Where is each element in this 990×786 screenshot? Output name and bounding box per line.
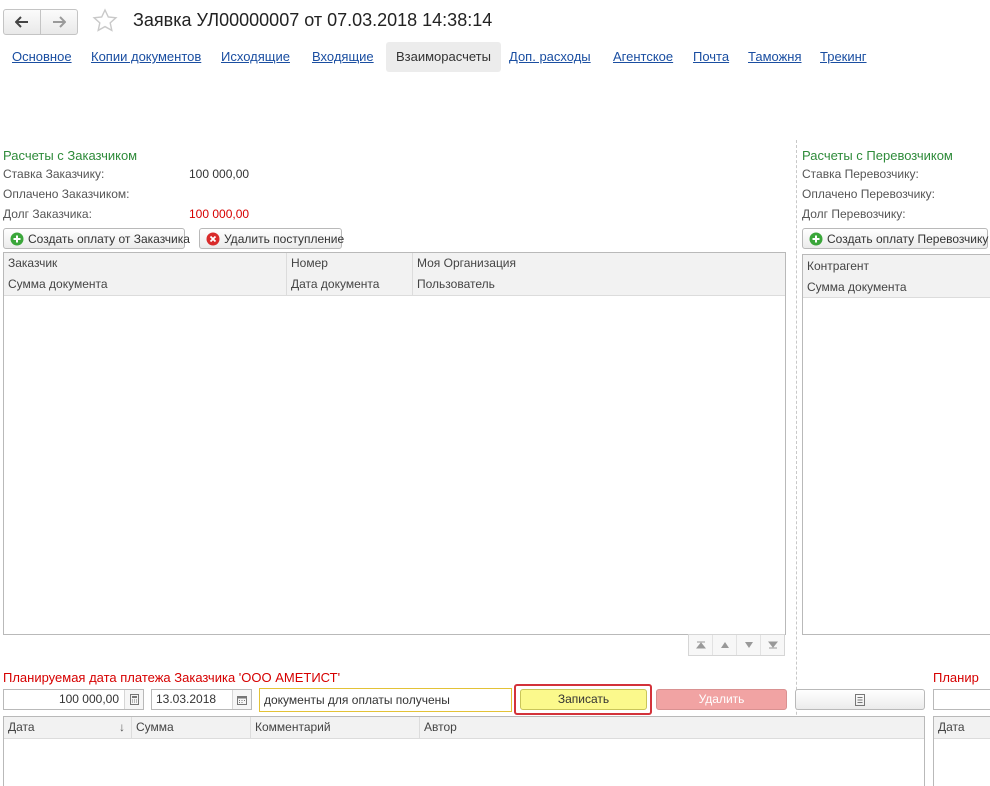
tab-incoming[interactable]: Входящие [312, 42, 374, 72]
section-divider [796, 140, 797, 780]
list-icon [855, 693, 865, 706]
comment-input[interactable]: документы для оплаты получены [259, 688, 512, 712]
tab-document-copies[interactable]: Копии документов [91, 42, 201, 72]
column-date[interactable]: Дата [934, 717, 965, 738]
plus-circle-icon [809, 232, 823, 245]
column-document-date[interactable]: Дата документа [287, 274, 379, 295]
last-page-icon [767, 641, 778, 649]
carrier-planned-payments-table[interactable]: Дата [933, 716, 990, 786]
comment-value: документы для оплаты получены [264, 693, 450, 707]
customer-debt-value: 100 000,00 [189, 207, 250, 221]
create-customer-payment-label: Создать оплату от Заказчика [28, 231, 190, 246]
column-document-sum[interactable]: Сумма документа [803, 277, 907, 298]
next-page-button[interactable] [736, 635, 760, 655]
delete-button[interactable]: Удалить [656, 689, 787, 710]
customer-rate-label: Ставка Заказчику: [3, 167, 105, 181]
column-comment[interactable]: Комментарий [251, 717, 331, 738]
calendar-icon [237, 695, 247, 705]
carrier-debt-label: Долг Перевозчику: [802, 207, 906, 221]
triangle-up-icon [720, 642, 729, 648]
date-value: 13.03.2018 [156, 692, 217, 706]
calendar-button[interactable] [232, 690, 251, 709]
carrier-amount-field[interactable] [933, 689, 990, 710]
star-icon[interactable] [92, 8, 118, 34]
planned-payment-title: Планируемая дата платежа Заказчика 'ООО … [3, 670, 341, 685]
carrier-payments-table[interactable]: Контрагент Сумма документа [802, 254, 990, 635]
column-author[interactable]: Автор [420, 717, 457, 738]
customer-paid-label: Оплачено Заказчиком: [3, 187, 130, 201]
amount-field[interactable]: 100 000,00 [3, 689, 144, 710]
amount-value: 100 000,00 [58, 692, 119, 706]
date-field[interactable]: 13.03.2018 [151, 689, 252, 710]
tab-extra-expenses[interactable]: Доп. расходы [509, 42, 591, 72]
tab-tracking[interactable]: Трекинг [820, 42, 867, 72]
column-date[interactable]: Дата ↓ [4, 717, 131, 738]
create-customer-payment-button[interactable]: Создать оплату от Заказчика [3, 228, 190, 249]
column-my-organization[interactable]: Моя Организация [413, 253, 516, 274]
last-page-button[interactable] [760, 635, 784, 655]
create-carrier-payment-label: Создать оплату Перевозчику [827, 231, 989, 246]
create-carrier-payment-button[interactable]: Создать оплату Перевозчику [802, 228, 988, 249]
column-number[interactable]: Номер [287, 253, 328, 274]
page-title: Заявка УЛ00000007 от 07.03.2018 14:38:14 [133, 10, 493, 30]
carrier-rate-label: Ставка Перевозчику: [802, 167, 919, 181]
table-pager [688, 634, 785, 656]
list-button[interactable] [795, 689, 925, 710]
table-header-row: Дата [934, 717, 990, 739]
customer-rate-value: 100 000,00 [189, 167, 250, 181]
sort-arrow-icon: ↓ [119, 720, 125, 734]
arrow-right-icon [53, 16, 66, 28]
tab-mail[interactable]: Почта [693, 42, 729, 72]
first-page-icon [695, 641, 706, 649]
customer-section-title: Расчеты с Заказчиком [3, 148, 138, 163]
column-counterparty[interactable]: Контрагент [803, 256, 869, 277]
triangle-down-icon [744, 642, 753, 648]
tab-customs[interactable]: Таможня [748, 42, 802, 72]
delete-receipt-button[interactable]: Удалить поступление [199, 228, 345, 249]
arrow-left-icon [15, 16, 28, 28]
tab-agency[interactable]: Агентское [613, 42, 673, 72]
carrier-section-title: Расчеты с Перевозчиком [802, 148, 953, 163]
column-date-label: Дата [8, 720, 35, 734]
carrier-paid-label: Оплачено Перевозчику: [802, 187, 936, 201]
tab-settlements[interactable]: Взаиморасчеты [386, 42, 501, 72]
plus-circle-icon [10, 232, 24, 245]
navigation-buttons [3, 9, 78, 35]
carrier-planned-payment-title: Планир [933, 670, 979, 685]
tab-outgoing[interactable]: Исходящие [221, 42, 290, 72]
column-sum[interactable]: Сумма [132, 717, 174, 738]
column-document-sum[interactable]: Сумма документа [4, 274, 108, 295]
tab-osnovnoe[interactable]: Основное [12, 42, 72, 72]
customer-payments-table[interactable]: Заказчик Номер Моя Организация Сумма док… [3, 252, 786, 635]
delete-circle-icon [206, 232, 220, 245]
calculator-button[interactable] [124, 690, 143, 709]
forward-button[interactable] [40, 10, 77, 34]
table-header-row-1: Контрагент [803, 255, 990, 277]
first-page-button[interactable] [689, 635, 712, 655]
delete-receipt-label: Удалить поступление [224, 231, 345, 246]
table-header-row: Дата ↓ Сумма Комментарий Автор [4, 717, 924, 739]
table-header-row-1: Заказчик Номер Моя Организация [4, 253, 785, 275]
column-customer[interactable]: Заказчик [4, 253, 57, 274]
column-user[interactable]: Пользователь [413, 274, 495, 295]
calculator-icon [129, 694, 139, 705]
table-header-row-2: Сумма документа Дата документа Пользоват… [4, 274, 785, 296]
planned-payments-table[interactable]: Дата ↓ Сумма Комментарий Автор [3, 716, 925, 786]
previous-page-button[interactable] [712, 635, 736, 655]
save-button[interactable]: Записать [520, 689, 647, 710]
back-button[interactable] [4, 10, 40, 34]
customer-debt-label: Долг Заказчика: [3, 207, 92, 221]
table-header-row-2: Сумма документа [803, 276, 990, 298]
